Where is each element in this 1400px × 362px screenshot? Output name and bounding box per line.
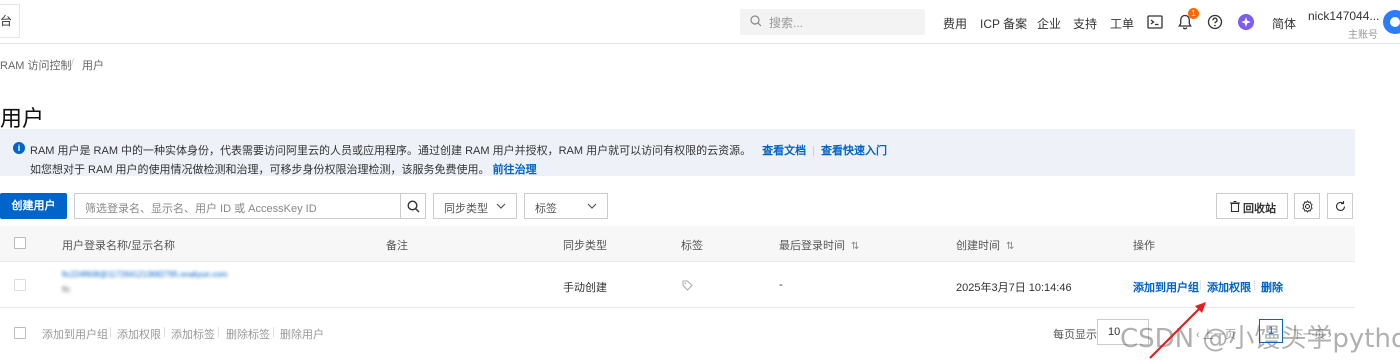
- search-icon: [750, 15, 762, 27]
- annotation-arrow: [1149, 302, 1206, 359]
- console-home-tab[interactable]: 台: [0, 4, 20, 38]
- filter-placeholder: 筛选登录名、显示名、用户 ID 或 AccessKey ID: [85, 203, 317, 215]
- terminal-icon[interactable]: [1146, 13, 1164, 31]
- account-name[interactable]: nick147044...: [1308, 9, 1379, 23]
- col-remark: 备注: [386, 240, 408, 252]
- col-created-label: 创建时间: [956, 240, 1000, 252]
- breadcrumb-ram[interactable]: RAM 访问控制: [0, 57, 72, 73]
- delete-user-link[interactable]: 删除: [1261, 279, 1283, 295]
- add-to-group-link[interactable]: 添加到用户组: [1133, 279, 1199, 295]
- sort-icon[interactable]: ⇅: [851, 241, 859, 252]
- user-login-name-link[interactable]: ftc224f608@1172641213682795.onaliyun.com: [62, 270, 227, 279]
- bulk-add-permission[interactable]: 添加权限: [117, 326, 161, 342]
- top-navigation-bar: 台 搜索... 费用 ICP 备案 企业 支持 工单 1 简体 nick1470…: [0, 0, 1400, 44]
- language-switch[interactable]: 简体: [1272, 15, 1296, 32]
- sync-type-select[interactable]: 同步类型: [433, 193, 517, 219]
- nav-ticket[interactable]: 工单: [1110, 15, 1134, 32]
- bulk-add-to-group[interactable]: 添加到用户组: [42, 326, 108, 342]
- breadcrumb-separator: /: [71, 57, 75, 69]
- tag-icon[interactable]: [682, 280, 693, 291]
- per-page-value: 10: [1108, 326, 1121, 338]
- create-user-button[interactable]: 创建用户: [0, 193, 67, 219]
- refresh-button[interactable]: [1327, 193, 1353, 219]
- avatar[interactable]: [1383, 10, 1400, 34]
- action-separator: |: [1253, 279, 1256, 291]
- bulk-delete-users[interactable]: 删除用户: [280, 326, 324, 342]
- help-icon[interactable]: [1206, 13, 1224, 31]
- action-separator: |: [1199, 279, 1202, 291]
- nav-enterprise[interactable]: 企业: [1037, 15, 1061, 32]
- settings-button[interactable]: [1294, 193, 1320, 219]
- add-permission-link[interactable]: 添加权限: [1207, 279, 1251, 295]
- select-all-checkbox[interactable]: [14, 237, 26, 249]
- footer-select-all-checkbox[interactable]: [14, 327, 26, 339]
- row-last-login: -: [779, 279, 783, 291]
- col-last-login[interactable]: 最后登录时间 ⇅: [779, 237, 859, 253]
- col-tags: 标签: [681, 240, 703, 252]
- recycle-bin-icon: [1230, 201, 1240, 212]
- col-last-login-label: 最后登录时间: [779, 240, 845, 252]
- sync-type-label: 同步类型: [444, 203, 488, 215]
- recycle-bin-button[interactable]: 回收站: [1216, 193, 1288, 219]
- bulk-remove-tag[interactable]: 删除标签: [226, 326, 270, 342]
- nav-support[interactable]: 支持: [1073, 15, 1097, 32]
- footer-separator: |: [163, 326, 166, 338]
- bulk-add-tag[interactable]: 添加标签: [171, 326, 215, 342]
- search-placeholder: 搜索...: [769, 16, 804, 30]
- page-title: 用户: [0, 105, 45, 131]
- chevron-down-icon: [587, 203, 597, 209]
- per-page-label: 每页显示: [1053, 329, 1097, 341]
- table-header: 用户登录名称/显示名称 备注 同步类型 标签 最后登录时间 ⇅ 创建时间 ⇅ 操作: [0, 226, 1355, 262]
- nav-billing[interactable]: 费用: [943, 15, 967, 32]
- view-docs-link[interactable]: 查看文档: [762, 145, 806, 157]
- tag-select[interactable]: 标签: [524, 193, 608, 219]
- breadcrumb-users: 用户: [82, 60, 104, 72]
- gear-icon: [1302, 200, 1313, 213]
- col-sync-type: 同步类型: [563, 240, 607, 252]
- search-icon: [407, 200, 420, 213]
- info-banner: i RAM 用户是 RAM 中的一种实体身份，代表需要访问阿里云的人员或应用程序…: [0, 129, 1355, 176]
- refresh-icon: [1335, 201, 1346, 211]
- ai-assistant-icon[interactable]: [1237, 13, 1255, 31]
- chevron-down-icon: [496, 203, 506, 209]
- row-created-time: 2025年3月7日 10:14:46: [956, 282, 1072, 294]
- banner-line-1: RAM 用户是 RAM 中的一种实体身份，代表需要访问阿里云的人员或应用程序。通…: [30, 145, 888, 157]
- col-created[interactable]: 创建时间 ⇅: [956, 237, 1014, 253]
- row-sync-type: 手动创建: [563, 282, 607, 294]
- account-role: 主账号: [1348, 30, 1378, 41]
- quickstart-link[interactable]: 查看快速入门: [821, 145, 887, 157]
- info-icon: i: [13, 142, 25, 154]
- nav-icp[interactable]: ICP 备案: [980, 15, 1027, 32]
- row-checkbox[interactable]: [14, 279, 26, 291]
- col-actions: 操作: [1133, 240, 1155, 252]
- footer-separator: |: [109, 326, 112, 338]
- col-login-name: 用户登录名称/显示名称: [62, 240, 176, 252]
- notification-badge: 1: [1188, 8, 1199, 19]
- footer-separator: |: [217, 326, 220, 338]
- user-filter-input[interactable]: 筛选登录名、显示名、用户 ID 或 AccessKey ID: [74, 193, 400, 219]
- govern-link[interactable]: 前往治理: [493, 164, 537, 176]
- recycle-bin-label: 回收站: [1243, 203, 1276, 215]
- filter-search-button[interactable]: [400, 193, 426, 219]
- footer-separator: |: [272, 326, 275, 338]
- global-search-input[interactable]: 搜索...: [740, 9, 925, 35]
- sort-icon[interactable]: ⇅: [1006, 241, 1014, 252]
- user-display-name: ftc: [62, 285, 71, 294]
- banner-line-2: 如您想对于 RAM 用户的使用情况做检测和治理，可移步身份权限治理检测，该服务免…: [30, 164, 537, 176]
- tag-label: 标签: [535, 203, 557, 215]
